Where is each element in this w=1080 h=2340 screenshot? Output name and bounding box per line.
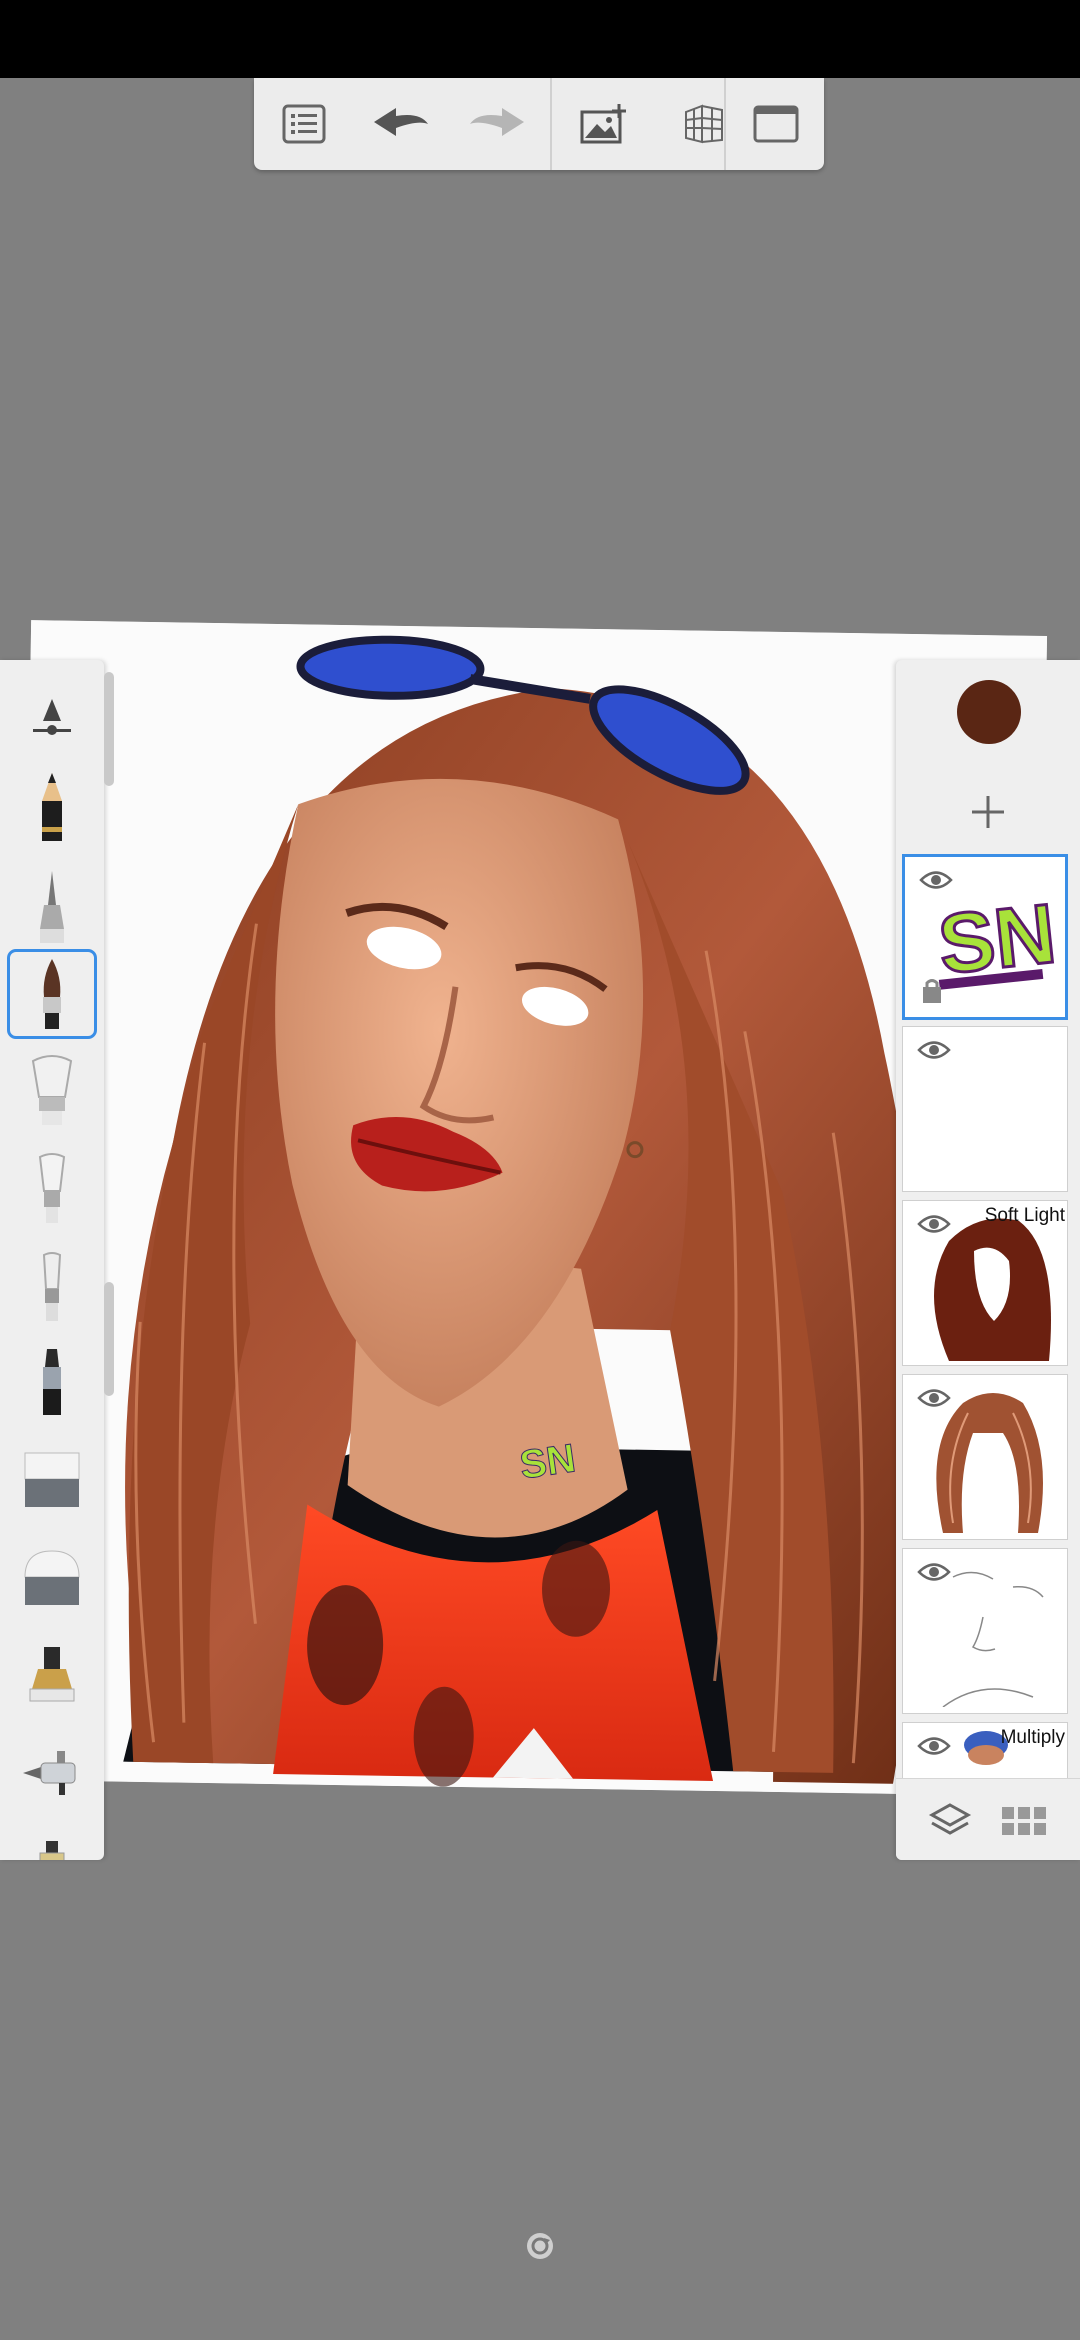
layer-hair-soft-light[interactable]: Soft Light (902, 1200, 1068, 1366)
toolbar-separator (724, 78, 726, 170)
watermark-text: SN (517, 1436, 579, 1488)
spray-icon[interactable] (10, 1820, 94, 1860)
layer-empty[interactable] (902, 1026, 1068, 1192)
artwork-portrait (12, 620, 1048, 1796)
layers-panel: SN Soft Light Multiply (896, 660, 1080, 1860)
grid-menu-icon[interactable] (996, 1793, 1052, 1849)
add-image-icon[interactable] (572, 92, 636, 156)
layers-panel-footer (896, 1778, 1080, 1860)
paintbrush-icon[interactable] (7, 949, 97, 1039)
add-layer-button[interactable] (956, 780, 1020, 844)
rotate-reset-icon[interactable] (524, 2230, 556, 2262)
stamp-icon[interactable] (10, 1632, 94, 1716)
airbrush-nozzle-icon[interactable] (10, 1730, 94, 1814)
brush-size-icon[interactable] (10, 676, 94, 760)
watermark-thumbnail: SN (933, 884, 1055, 993)
status-bar (0, 0, 1080, 78)
visibility-eye-icon[interactable] (917, 1213, 951, 1235)
marker-icon[interactable] (10, 1340, 94, 1424)
undo-icon[interactable] (368, 92, 432, 156)
layer-multiply[interactable]: Multiply (902, 1722, 1068, 1782)
pencil-icon[interactable] (10, 768, 94, 852)
brush-palette (0, 660, 104, 1860)
visibility-eye-icon[interactable] (917, 1735, 951, 1757)
toolbar-separator (550, 78, 552, 170)
visibility-eye-icon[interactable] (917, 1387, 951, 1409)
top-toolbar (254, 78, 824, 170)
visibility-eye-icon[interactable] (917, 1561, 951, 1583)
eraser-icon[interactable] (10, 1438, 94, 1522)
fullscreen-icon[interactable] (744, 92, 808, 156)
layer-watermark[interactable]: SN (902, 854, 1068, 1020)
airbrush-icon[interactable] (10, 1146, 94, 1230)
visibility-eye-icon[interactable] (917, 1039, 951, 1061)
locked-alpha-icon (923, 979, 941, 1003)
layer-hair-strands[interactable] (902, 1374, 1068, 1540)
layer-blend-mode: Soft Light (984, 1205, 1065, 1226)
soft-eraser-icon[interactable] (10, 1536, 94, 1620)
list-icon[interactable] (272, 92, 336, 156)
soft-brush-icon[interactable] (10, 1048, 94, 1132)
smudge-brush-icon[interactable] (10, 1244, 94, 1328)
drawing-canvas[interactable] (12, 620, 1048, 1796)
redo-icon[interactable] (466, 92, 530, 156)
layer-blend-mode: Multiply (1000, 1727, 1065, 1748)
brush-scrollbar[interactable] (104, 672, 114, 786)
canvas-scroll-handle[interactable] (104, 1282, 114, 1396)
layer-sketch[interactable] (902, 1548, 1068, 1714)
layers-icon[interactable] (922, 1793, 978, 1849)
ballpoint-pen-icon[interactable] (10, 866, 94, 950)
perspective-guide-icon[interactable] (672, 92, 736, 156)
current-color-swatch[interactable] (957, 680, 1021, 744)
